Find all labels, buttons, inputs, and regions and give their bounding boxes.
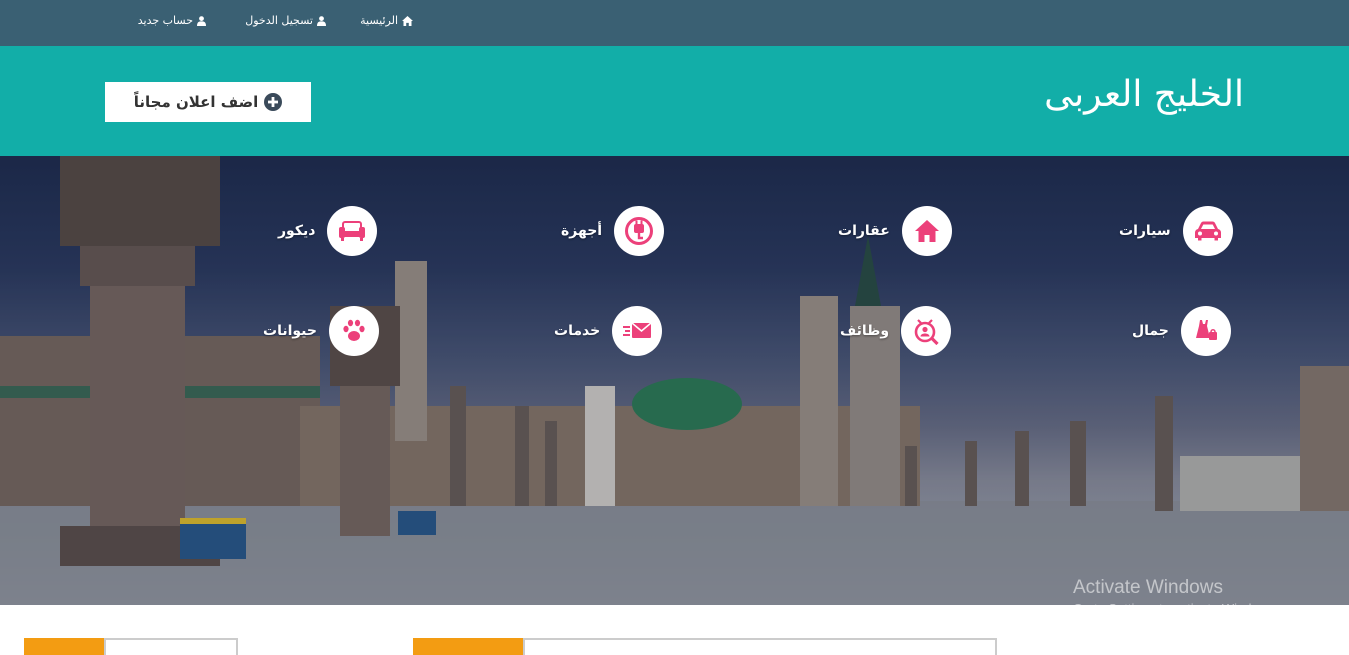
- category-decor[interactable]: ديكور: [278, 206, 378, 256]
- tab-inactive[interactable]: [523, 638, 997, 655]
- nav-home-label: الرئيسية: [360, 14, 398, 27]
- category-label: وظائف: [840, 323, 890, 339]
- section-tabs-right: [413, 638, 997, 655]
- tab-inactive[interactable]: [104, 638, 238, 655]
- category-circle: [901, 306, 952, 356]
- add-free-ad-label: اضف اعلان مجاناً: [133, 93, 259, 111]
- category-circle: [612, 306, 663, 356]
- category-label: سيارات: [1119, 223, 1171, 239]
- category-devices[interactable]: أجهزة: [561, 206, 665, 256]
- category-circle: [614, 206, 665, 256]
- category-cars[interactable]: سيارات: [1119, 206, 1233, 256]
- nav-register-link[interactable]: حساب جديد: [138, 14, 206, 27]
- category-label: خدمات: [554, 323, 601, 339]
- category-real-estate[interactable]: عقارات: [838, 206, 952, 256]
- tab-active[interactable]: [24, 638, 104, 655]
- windows-activation-watermark: Activate Windows Go to Settings to activ…: [1073, 577, 1278, 616]
- category-circle: [327, 206, 378, 256]
- nav-login-label: تسجيل الدخول: [245, 14, 313, 27]
- job-search-icon: [914, 319, 939, 345]
- nav-login-link[interactable]: تسجيل الدخول: [245, 14, 326, 27]
- category-label: أجهزة: [561, 223, 603, 239]
- paw-icon: [343, 319, 365, 341]
- category-animals[interactable]: حيوانات: [263, 306, 379, 356]
- watermark-title: Activate Windows: [1073, 577, 1223, 598]
- car-icon: [1194, 221, 1221, 241]
- top-navbar: الرئيسية تسجيل الدخول حساب جديد: [0, 0, 1349, 46]
- category-label: عقارات: [838, 223, 890, 239]
- category-beauty[interactable]: جمال: [1132, 306, 1231, 356]
- hero-banner: سيارات عقارات أجهزة ديكور جمال وظائف خدم…: [0, 156, 1349, 605]
- add-free-ad-button[interactable]: اضف اعلان مجاناً: [105, 82, 311, 122]
- nav-home-link[interactable]: الرئيسية: [360, 14, 413, 27]
- plug-icon: [625, 217, 654, 245]
- category-label: حيوانات: [263, 323, 317, 339]
- category-circle: [901, 206, 952, 256]
- plus-circle-icon: [264, 93, 283, 111]
- nav-register-label: حساب جديد: [137, 14, 193, 27]
- tab-active[interactable]: [413, 638, 523, 655]
- category-circle: [1182, 206, 1233, 256]
- user-icon: [197, 15, 206, 26]
- fast-mail-icon: [623, 322, 652, 338]
- category-circle: [328, 306, 379, 356]
- section-tabs-left: [24, 638, 238, 655]
- sofa-icon: [339, 221, 366, 241]
- category-label: جمال: [1132, 323, 1169, 339]
- category-label: ديكور: [278, 223, 316, 239]
- category-jobs[interactable]: وظائف: [840, 306, 952, 356]
- home-icon: [402, 15, 413, 26]
- category-circle: [1180, 306, 1231, 356]
- user-icon: [317, 15, 326, 26]
- watermark-subtitle: Go to Settings to activate Windows.: [1073, 601, 1279, 616]
- site-header: الخليج العربى اضف اعلان مجاناً: [0, 46, 1349, 156]
- dress-icon: [1195, 320, 1217, 340]
- house-icon: [914, 220, 939, 242]
- category-services[interactable]: خدمات: [554, 306, 663, 356]
- site-title[interactable]: الخليج العربى: [1044, 74, 1244, 115]
